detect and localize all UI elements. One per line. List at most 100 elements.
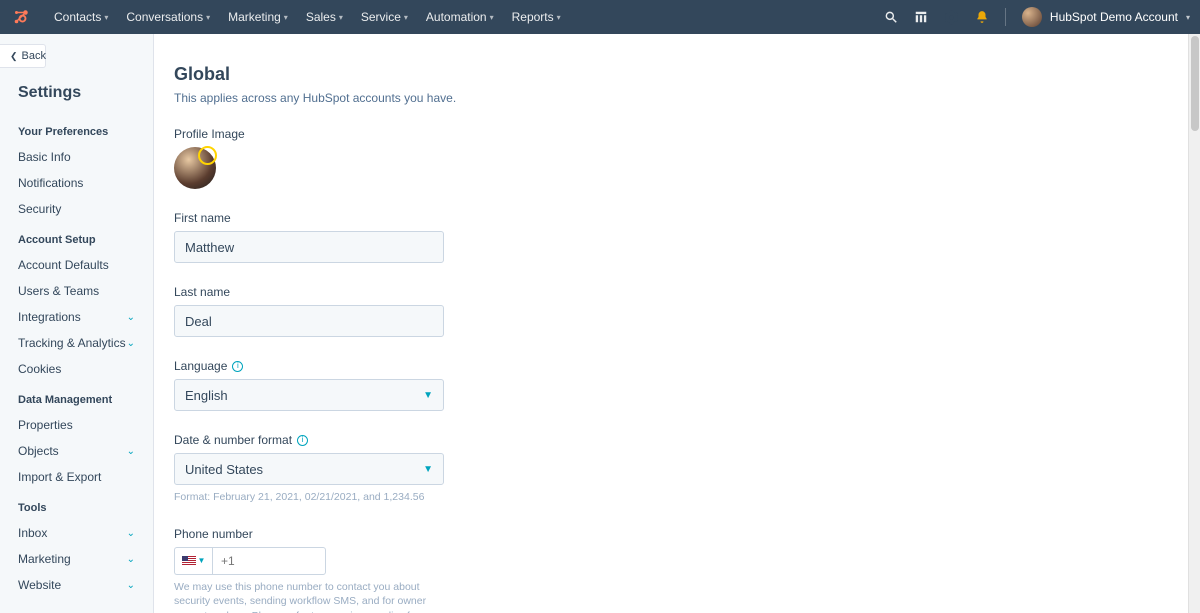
info-icon[interactable]: i (232, 361, 243, 372)
date-format-select[interactable]: United States ▼ (174, 453, 444, 485)
sidebar-item-tracking-analytics[interactable]: Tracking & Analytics⌄ (0, 330, 153, 356)
sidebar-item-label: Properties (18, 418, 73, 432)
phone-input[interactable] (212, 547, 326, 575)
sidebar-section-title: Data Management (0, 382, 153, 412)
profile-image-label: Profile Image (174, 127, 1174, 141)
back-label: Back (22, 50, 46, 62)
chevron-down-icon: ▼ (423, 390, 433, 401)
sidebar-item-label: Basic Info (18, 150, 71, 164)
sidebar-item-label: Notifications (18, 176, 83, 190)
scrollbar-thumb[interactable] (1191, 36, 1199, 131)
first-name-label: First name (174, 211, 1174, 225)
sidebar-item-label: Security (18, 202, 61, 216)
language-value: English (185, 388, 228, 403)
scrollbar[interactable] (1188, 34, 1200, 613)
bell-icon[interactable] (975, 10, 989, 24)
sidebar-item-label: Integrations (18, 310, 81, 324)
nav-item-sales[interactable]: Sales▾ (298, 10, 351, 24)
nav-item-reports[interactable]: Reports▾ (504, 10, 569, 24)
chevron-down-icon: ⌄ (127, 338, 135, 349)
nav-item-label: Reports (512, 10, 554, 24)
account-menu[interactable]: HubSpot Demo Account ▾ (1022, 7, 1190, 27)
chevron-down-icon: ⌄ (127, 554, 135, 565)
sidebar-section-title: Tools (0, 490, 153, 520)
chevron-down-icon: ▼ (423, 464, 433, 475)
search-icon[interactable] (884, 10, 898, 24)
divider (1005, 8, 1006, 26)
date-format-label: Date & number format i (174, 433, 1174, 447)
sidebar-item-label: Users & Teams (18, 284, 99, 298)
sidebar-item-inbox[interactable]: Inbox⌄ (0, 520, 153, 546)
sidebar-item-label: Website (18, 578, 61, 592)
nav-item-automation[interactable]: Automation▾ (418, 10, 502, 24)
gear-icon[interactable] (944, 10, 959, 25)
last-name-label: Last name (174, 285, 1174, 299)
content-area: Global This applies across any HubSpot a… (154, 34, 1188, 613)
chevron-down-icon: ▾ (1186, 13, 1190, 22)
sidebar-item-website[interactable]: Website ⌄ (0, 572, 153, 598)
page-subtitle: This applies across any HubSpot accounts… (174, 91, 1174, 105)
sidebar-item-cookies[interactable]: Cookies (0, 356, 153, 382)
sidebar-item-label: Tracking & Analytics (18, 336, 126, 350)
sidebar-item-label: Import & Export (18, 470, 101, 484)
date-format-value: United States (185, 462, 263, 477)
phone-country-select[interactable]: ▼ (174, 547, 212, 575)
info-icon[interactable]: i (297, 435, 308, 446)
us-flag-icon (182, 556, 196, 566)
sidebar-item-integrations[interactable]: Integrations ⌄ (0, 304, 153, 330)
sidebar-item-import-export[interactable]: Import & Export (0, 464, 153, 490)
nav-item-label: Conversations (126, 10, 203, 24)
phone-hint: We may use this phone number to contact … (174, 580, 454, 613)
nav-item-label: Sales (306, 10, 336, 24)
chevron-down-icon: ▾ (284, 13, 288, 22)
chevron-down-icon: ▾ (557, 13, 561, 22)
sidebar-item-security[interactable]: Security (0, 196, 153, 222)
sidebar-section-title: Your Preferences (0, 114, 153, 144)
chevron-down-icon: ▾ (490, 13, 494, 22)
sidebar-item-label: Account Defaults (18, 258, 109, 272)
chevron-down-icon: ▾ (339, 13, 343, 22)
nav-item-label: Automation (426, 10, 487, 24)
sidebar-item-properties[interactable]: Properties (0, 412, 153, 438)
chevron-down-icon: ▾ (404, 13, 408, 22)
language-select[interactable]: English ▼ (174, 379, 444, 411)
chevron-down-icon: ⌄ (127, 580, 135, 591)
chevron-down-icon: ▼ (198, 556, 206, 565)
nav-item-marketing[interactable]: Marketing▾ (220, 10, 296, 24)
chevron-down-icon: ⌄ (127, 446, 135, 457)
avatar-icon (1022, 7, 1042, 27)
last-name-input[interactable] (174, 305, 444, 337)
sidebar-item-label: Objects (18, 444, 59, 458)
nav-item-label: Service (361, 10, 401, 24)
sidebar-section-title: Account Setup (0, 222, 153, 252)
back-button[interactable]: ❮ Back (0, 44, 46, 68)
nav-item-contacts[interactable]: Contacts▾ (46, 10, 116, 24)
sidebar-item-objects[interactable]: Objects ⌄ (0, 438, 153, 464)
nav-item-label: Marketing (228, 10, 281, 24)
nav-item-conversations[interactable]: Conversations▾ (118, 10, 218, 24)
marketplace-icon[interactable] (914, 10, 928, 24)
sidebar-item-marketing[interactable]: Marketing ⌄ (0, 546, 153, 572)
page-title: Global (174, 64, 1174, 85)
account-label: HubSpot Demo Account (1050, 10, 1178, 24)
chevron-down-icon: ⌄ (127, 312, 135, 323)
nav-item-service[interactable]: Service▾ (353, 10, 416, 24)
first-name-input[interactable] (174, 231, 444, 263)
sidebar-item-label: Marketing (18, 552, 71, 566)
nav-item-label: Contacts (54, 10, 101, 24)
sidebar-item-notifications[interactable]: Notifications (0, 170, 153, 196)
sidebar-item-account-defaults[interactable]: Account Defaults (0, 252, 153, 278)
sidebar-item-basic-info[interactable]: Basic Info (0, 144, 153, 170)
profile-avatar[interactable] (174, 147, 216, 189)
phone-label: Phone number (174, 527, 1174, 541)
chevron-down-icon: ▾ (104, 13, 108, 22)
date-format-hint: Format: February 21, 2021, 02/21/2021, a… (174, 490, 454, 505)
chevron-left-icon: ❮ (10, 51, 18, 62)
top-nav: Contacts▾Conversations▾Marketing▾Sales▾S… (0, 0, 1200, 34)
hubspot-logo-icon[interactable] (10, 6, 32, 28)
chevron-down-icon: ▾ (206, 13, 210, 22)
sidebar-item-users-teams[interactable]: Users & Teams (0, 278, 153, 304)
sidebar: ❮ Back Settings Your Preferences Basic In… (0, 34, 154, 613)
settings-title: Settings (0, 84, 153, 114)
language-label: Language i (174, 359, 1174, 373)
